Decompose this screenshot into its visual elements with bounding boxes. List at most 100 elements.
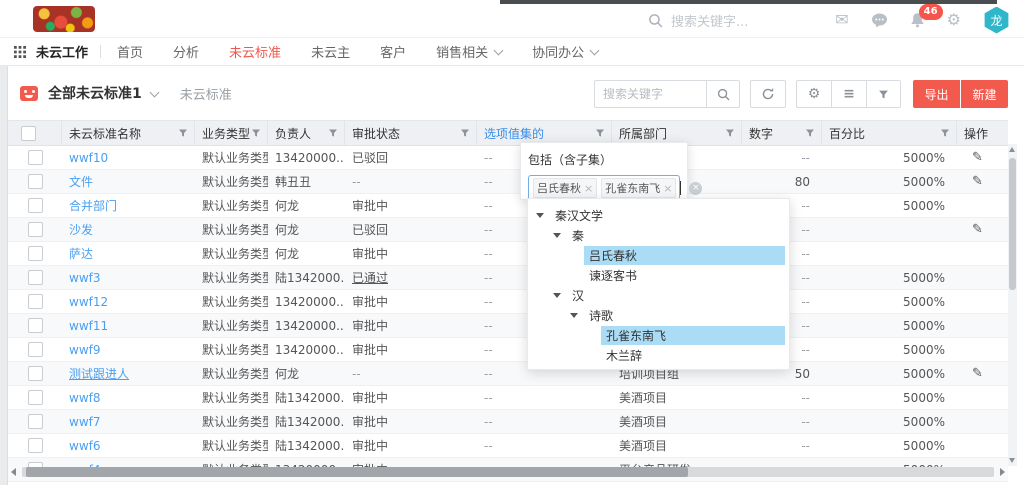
row-checkbox[interactable] — [28, 366, 43, 381]
filter-icon[interactable] — [940, 128, 956, 138]
record-link[interactable]: wwf11 — [69, 319, 108, 333]
cell-text: 美酒项目 — [619, 437, 667, 454]
row-checkbox[interactable] — [28, 222, 43, 237]
main-navbar: 未云工作 首页 分析 未云标准 未云主 客户 销售相关 协同办公 — [0, 38, 1024, 66]
edit-icon[interactable]: ✎ — [964, 366, 983, 381]
filter-icon[interactable] — [251, 128, 267, 138]
filter-icon[interactable] — [725, 128, 741, 138]
user-avatar[interactable]: 龙 — [983, 7, 1010, 34]
row-checkbox[interactable] — [28, 246, 43, 261]
cell-name: wwf11 — [62, 314, 195, 337]
nav-item-sales[interactable]: 销售相关 — [436, 42, 502, 61]
mail-icon[interactable]: ✉ — [835, 12, 848, 28]
record-link[interactable]: 沙发 — [69, 221, 93, 238]
tree-node-label: 诗歌 — [584, 306, 618, 325]
header-label: 未云标准名称 — [62, 125, 141, 142]
record-link[interactable]: 合并部门 — [69, 197, 117, 214]
row-checkbox[interactable] — [28, 390, 43, 405]
list-search-input[interactable] — [594, 80, 706, 108]
row-checkbox[interactable] — [28, 270, 43, 285]
record-link[interactable]: wwf6 — [69, 439, 101, 453]
record-link[interactable]: wwf8 — [69, 391, 101, 405]
edit-icon[interactable]: ✎ — [964, 150, 983, 165]
apps-grid-icon[interactable] — [14, 46, 26, 58]
tag-remove-icon[interactable]: × — [584, 182, 593, 195]
scroll-down-arrow-icon[interactable] — [1009, 458, 1015, 463]
row-checkbox[interactable] — [28, 438, 43, 453]
app-logo[interactable] — [33, 6, 95, 32]
record-link[interactable]: wwf10 — [69, 151, 108, 165]
scroll-left-arrow-icon[interactable] — [11, 468, 16, 476]
record-link[interactable]: wwf9 — [69, 343, 101, 357]
row-checkbox[interactable] — [28, 294, 43, 309]
nav-item-home[interactable]: 首页 — [117, 42, 143, 61]
tree-node[interactable]: 木兰辞 — [528, 345, 789, 365]
row-checkbox[interactable] — [28, 318, 43, 333]
scroll-up-arrow-icon[interactable] — [1009, 147, 1015, 152]
tree-node[interactable]: 汉 — [528, 285, 789, 305]
select-all-checkbox[interactable] — [21, 126, 36, 141]
notification-badge: 46 — [919, 4, 943, 20]
filter-icon[interactable] — [805, 128, 821, 138]
filter-icon[interactable] — [460, 128, 476, 138]
tag-remove-icon[interactable]: × — [663, 182, 672, 195]
cell-percent: 5000% — [822, 410, 957, 433]
chat-icon[interactable] — [871, 13, 888, 28]
refresh-button[interactable] — [750, 80, 786, 108]
v-scroll-thumb[interactable] — [1009, 158, 1016, 290]
settings-button[interactable]: ⚙ — [796, 80, 831, 108]
header-cell-status: 审批状态 — [345, 121, 477, 145]
clear-input-icon[interactable]: × — [689, 182, 702, 195]
tree-node[interactable]: 谏逐客书 — [528, 265, 789, 285]
record-link[interactable]: wwf7 — [69, 415, 101, 429]
filter-icon[interactable] — [595, 128, 611, 138]
cell-type: 默认业务类型 — [195, 386, 268, 409]
record-link[interactable]: 文件 — [69, 173, 93, 190]
tree-node[interactable]: 孔雀东南飞 — [528, 325, 789, 345]
tree-node[interactable]: 吕氏春秋 — [528, 245, 789, 265]
horizontal-scrollbar[interactable] — [8, 466, 1008, 478]
global-search[interactable]: 搜索关键字... — [648, 11, 748, 30]
edit-icon[interactable]: ✎ — [964, 174, 983, 189]
filter-button[interactable] — [866, 80, 901, 108]
row-checkbox[interactable] — [28, 342, 43, 357]
gear-icon[interactable]: ⚙ — [947, 12, 961, 28]
vertical-scrollbar[interactable] — [1008, 144, 1017, 466]
row-checkbox[interactable] — [28, 150, 43, 165]
cell-text: 陆1342000... — [275, 413, 345, 430]
record-link[interactable]: 测试跟进人 — [69, 365, 129, 382]
filter-icon[interactable] — [328, 128, 344, 138]
nav-item-label: 首页 — [117, 42, 143, 61]
export-button[interactable]: 导出 — [913, 80, 960, 108]
display-mode-button[interactable]: ≡ — [831, 80, 866, 108]
filter-icon[interactable] — [178, 128, 194, 138]
chevron-down-icon[interactable] — [149, 88, 159, 98]
tree-node[interactable]: 秦 — [528, 225, 789, 245]
record-link[interactable]: wwf3 — [69, 271, 101, 285]
tree-node[interactable]: 诗歌 — [528, 305, 789, 325]
record-link[interactable]: wwf12 — [69, 295, 108, 309]
scroll-right-arrow-icon[interactable] — [1000, 468, 1005, 476]
row-checkbox[interactable] — [28, 414, 43, 429]
nav-item-master[interactable]: 未云主 — [311, 42, 350, 61]
cell-checkbox — [8, 314, 62, 337]
nav-item-analysis[interactable]: 分析 — [173, 42, 199, 61]
cell-text: 5000% — [903, 175, 945, 189]
nav-item-collaboration[interactable]: 协同办公 — [532, 42, 598, 61]
collapsed-sidebar-strip[interactable] — [0, 66, 8, 485]
workspace-title[interactable]: 未云工作 — [36, 42, 88, 61]
header-label: 负责人 — [268, 125, 311, 142]
row-checkbox[interactable] — [28, 198, 43, 213]
list-search-button[interactable] — [706, 80, 740, 108]
cell-status: 审批中 — [345, 338, 477, 361]
cell-status: 审批中 — [345, 434, 477, 457]
record-link[interactable]: 萨达 — [69, 245, 93, 262]
nav-item-customer[interactable]: 客户 — [380, 42, 406, 61]
view-title[interactable]: 全部未云标准1 — [48, 83, 142, 103]
edit-icon[interactable]: ✎ — [964, 222, 983, 237]
row-checkbox[interactable] — [28, 174, 43, 189]
h-scroll-thumb[interactable] — [26, 467, 688, 477]
tree-node[interactable]: 秦汉文学 — [528, 205, 789, 225]
nav-item-standard[interactable]: 未云标准 — [229, 42, 281, 61]
create-button[interactable]: 新建 — [961, 80, 1008, 108]
